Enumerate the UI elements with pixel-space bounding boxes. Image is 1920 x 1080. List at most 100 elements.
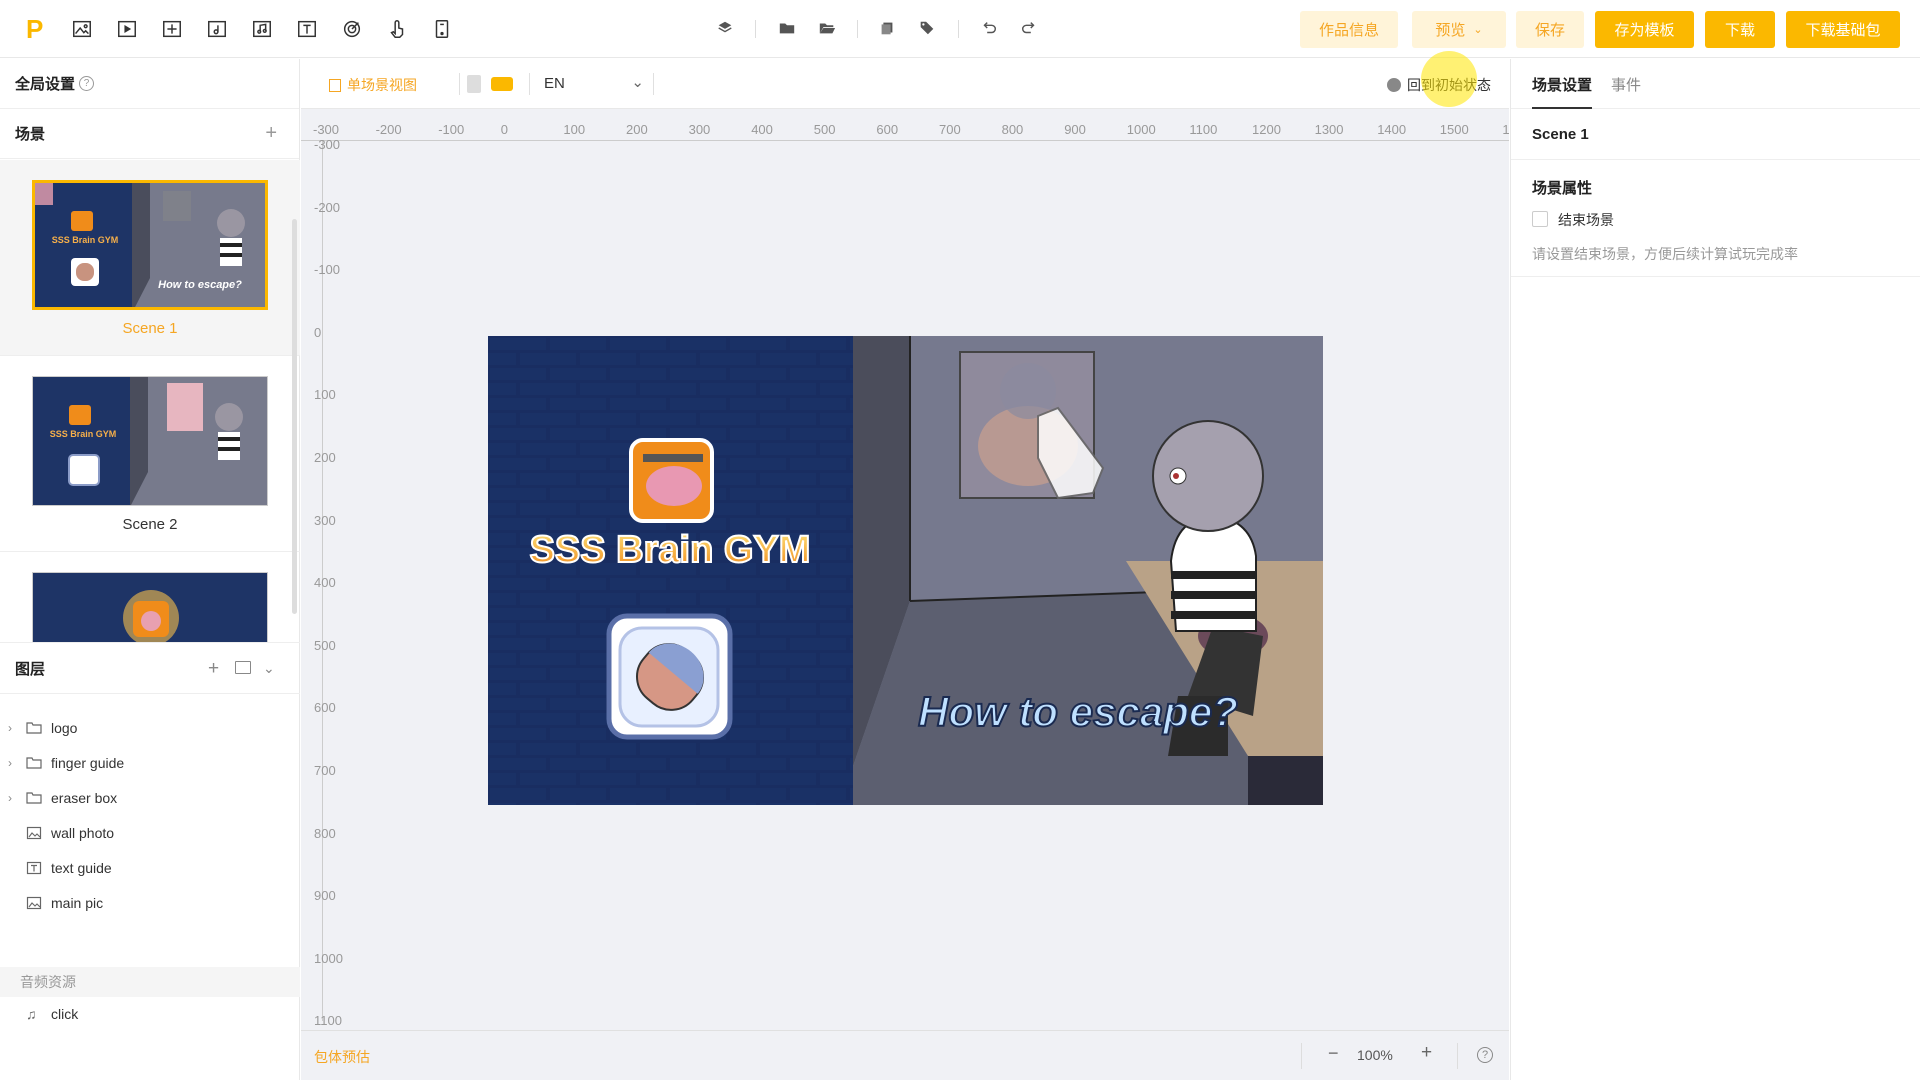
right-panel: 场景设置 事件 Scene 1 场景属性 结束场景 请设置结束场景，方便后续计算… bbox=[1510, 59, 1920, 1080]
tab-label: 事件 bbox=[1611, 77, 1642, 94]
preview-button[interactable]: 预览 ⌄ bbox=[1412, 11, 1506, 48]
scene-card-2[interactable]: SSS Brain GYM Scene 2 bbox=[0, 356, 300, 552]
chevron-down-icon[interactable]: ⌄ bbox=[263, 660, 275, 677]
layer-name: main pic bbox=[51, 895, 104, 911]
color-swatch-gray[interactable] bbox=[467, 75, 481, 93]
zoom-out-icon[interactable]: − bbox=[1328, 1043, 1339, 1064]
save-template-button[interactable]: 存为模板 bbox=[1595, 11, 1694, 48]
music-note-icon[interactable] bbox=[205, 17, 229, 41]
video-icon[interactable] bbox=[115, 17, 139, 41]
help-circle-icon[interactable]: ? bbox=[1477, 1047, 1493, 1063]
layer-name: finger guide bbox=[51, 755, 125, 771]
ruler-tick-label: 500 bbox=[314, 637, 336, 653]
chevron-right-icon[interactable]: › bbox=[8, 721, 12, 735]
ruler-tick-label: 1100 bbox=[314, 1013, 342, 1029]
layers-title: 图层 bbox=[15, 661, 46, 678]
folder-open-icon[interactable] bbox=[818, 19, 838, 39]
layer-name: text guide bbox=[51, 860, 112, 876]
global-settings-header[interactable]: 全局设置 ? bbox=[0, 59, 299, 109]
layer-row[interactable]: › finger guide bbox=[0, 746, 300, 780]
new-folder-icon[interactable] bbox=[235, 661, 251, 674]
audio-row[interactable]: ♫ click bbox=[0, 997, 300, 1031]
tab-scene-settings[interactable]: 场景设置 bbox=[1532, 74, 1592, 95]
help-circle-icon[interactable]: ? bbox=[79, 76, 95, 91]
layer-row[interactable]: › logo bbox=[0, 711, 300, 745]
color-swatch-accent[interactable] bbox=[491, 77, 513, 91]
scene-card-3[interactable] bbox=[0, 552, 300, 642]
layer-row[interactable]: text guide bbox=[0, 851, 300, 885]
scenes-title: 场景 bbox=[15, 126, 46, 143]
ruler-tick-label: 1000 bbox=[314, 950, 343, 966]
text-icon[interactable] bbox=[295, 17, 319, 41]
folder-icon[interactable] bbox=[778, 19, 798, 39]
download-button[interactable]: 下载 bbox=[1705, 11, 1775, 48]
ruler-tick-label: 200 bbox=[626, 122, 648, 137]
ruler-tick-label: 400 bbox=[751, 122, 773, 137]
image-icon[interactable] bbox=[70, 17, 94, 41]
device-icon[interactable] bbox=[430, 17, 454, 41]
ruler-tick-label: -300 bbox=[314, 137, 341, 152]
save-button[interactable]: 保存 bbox=[1516, 11, 1584, 48]
chevron-right-icon[interactable]: › bbox=[8, 791, 12, 805]
ruler-tick-label: 1500 bbox=[1439, 122, 1469, 137]
scene-view-icon bbox=[329, 78, 341, 92]
stage-title: SSS Brain GYM bbox=[530, 529, 811, 571]
package-estimate-link[interactable]: 包体预估 bbox=[314, 1047, 370, 1067]
scene-thumbnail: SSS Brain GYM How to escape? bbox=[32, 180, 268, 310]
chevron-right-icon[interactable]: › bbox=[8, 756, 12, 770]
ruler-tick-label: 0 bbox=[500, 122, 509, 137]
scene-stage[interactable]: SSS Brain GYM How to escape? bbox=[488, 336, 1323, 805]
zoom-in-icon[interactable]: + bbox=[1421, 1042, 1432, 1064]
folder-icon bbox=[26, 792, 42, 804]
single-scene-view-button[interactable]: 单场景视图 bbox=[329, 75, 417, 95]
folder-icon bbox=[26, 757, 42, 769]
scene-card-1[interactable]: SSS Brain GYM How to escape? Scene 1 bbox=[0, 160, 300, 356]
ruler-tick-label: 700 bbox=[939, 122, 961, 137]
scene-list-scrollbar[interactable] bbox=[292, 219, 297, 614]
music-notes-icon[interactable] bbox=[250, 17, 274, 41]
ruler-tick-label: 500 bbox=[813, 122, 836, 137]
ruler-tick-label: 100 bbox=[314, 387, 336, 403]
image-icon bbox=[26, 826, 42, 840]
ruler-tick-label: 700 bbox=[314, 763, 336, 778]
layer-name: eraser box bbox=[51, 790, 118, 806]
scene-thumbnail: SSS Brain GYM bbox=[32, 376, 268, 506]
ruler-tick-label: 400 bbox=[314, 575, 336, 591]
ruler-tick-label: 100 bbox=[563, 122, 586, 137]
scene-props-title: 场景属性 bbox=[1532, 180, 1593, 197]
audio-name: click bbox=[51, 1006, 79, 1022]
tab-events[interactable]: 事件 bbox=[1611, 74, 1641, 95]
language-select[interactable]: EN ⌄ bbox=[544, 74, 644, 92]
touch-icon[interactable] bbox=[385, 17, 409, 41]
scene-name: Scene 1 bbox=[1532, 126, 1589, 143]
chevron-down-icon: ⌄ bbox=[1473, 24, 1483, 36]
undo-icon[interactable] bbox=[980, 19, 1000, 39]
layer-row[interactable]: main pic bbox=[0, 886, 300, 920]
copy-icon[interactable] bbox=[878, 19, 898, 39]
work-info-button[interactable]: 作品信息 bbox=[1300, 11, 1398, 48]
tag-icon[interactable] bbox=[918, 19, 938, 39]
add-scene-icon[interactable]: + bbox=[265, 122, 277, 145]
layer-row[interactable]: wall photo bbox=[0, 816, 300, 850]
download-base-label: 下载基础包 bbox=[1805, 22, 1881, 39]
chevron-down-icon: ⌄ bbox=[631, 74, 644, 91]
scenes-header: 场景 + bbox=[0, 109, 299, 159]
folder-icon bbox=[26, 722, 42, 734]
target-icon[interactable] bbox=[340, 17, 364, 41]
download-base-button[interactable]: 下载基础包 bbox=[1786, 11, 1900, 48]
ruler-tick-label: 1100 bbox=[1189, 122, 1218, 137]
add-layer-icon[interactable]: + bbox=[208, 658, 219, 680]
scene-artwork: SSS Brain GYM How to escape? bbox=[488, 336, 1323, 805]
save-template-label: 存为模板 bbox=[1614, 22, 1675, 39]
layer-name: wall photo bbox=[51, 825, 115, 841]
redo-icon[interactable] bbox=[1020, 19, 1040, 39]
ruler-tick-label: -100 bbox=[438, 122, 465, 137]
pause-circle-icon bbox=[1387, 78, 1401, 92]
preview-label: 预览 bbox=[1435, 22, 1466, 39]
move-icon[interactable] bbox=[160, 17, 184, 41]
layer-row[interactable]: › eraser box bbox=[0, 781, 300, 815]
audio-resources-header: 音频资源 bbox=[0, 967, 300, 997]
end-scene-checkbox[interactable] bbox=[1532, 211, 1548, 227]
layers-stack-icon[interactable] bbox=[716, 19, 736, 39]
audio-title: 音频资源 bbox=[20, 974, 76, 990]
